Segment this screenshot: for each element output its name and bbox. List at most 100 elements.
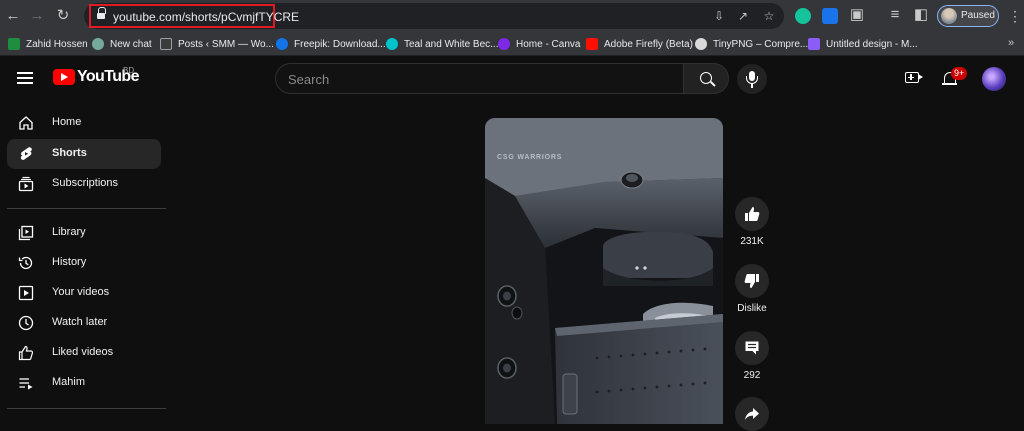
sidebar-item-label: Home [52, 116, 82, 128]
youtube-header: YouTube BD Search 9+ [0, 57, 1024, 101]
profile-avatar [941, 8, 957, 24]
bookmark-favicon [276, 38, 288, 50]
sidebar: Home Shorts Subscriptions Library Histor… [0, 101, 168, 424]
sidebar-item-playlist-mahim[interactable]: Mahim [7, 368, 161, 398]
search-input[interactable]: Search [275, 63, 683, 94]
bookmark-label: Posts ‹ SMM — Wo... [178, 38, 274, 50]
youtube-logo-icon[interactable] [53, 69, 75, 85]
bookmark-label: Adobe Firefly (Beta) [604, 38, 693, 50]
bookmark-label: Freepik: Download... [294, 38, 386, 50]
voice-search-button[interactable] [737, 64, 767, 94]
share-button[interactable] [735, 397, 769, 431]
video-watermark: CSG WARRIORS [497, 154, 563, 161]
notification-count-badge: 9+ [951, 67, 968, 80]
grammarly-extension-icon[interactable] [795, 8, 811, 24]
search-placeholder: Search [288, 72, 330, 87]
shorts-icon [20, 147, 32, 160]
bookmark-item[interactable]: Home - Canva [498, 37, 580, 51]
like-button[interactable] [735, 197, 769, 231]
library-icon [18, 225, 34, 241]
comment-count: 292 [743, 370, 761, 381]
install-app-icon[interactable]: ⇩ [712, 9, 726, 23]
profile-status: Paused [961, 10, 995, 21]
share-icon[interactable]: ↗ [736, 9, 750, 23]
sidebar-divider [7, 208, 166, 209]
sidebar-item-watch-later[interactable]: Watch later [7, 308, 161, 338]
home-icon [19, 116, 33, 130]
sidebar-item-label: Liked videos [52, 346, 114, 358]
extensions-puzzle-icon[interactable]: ▣ [848, 6, 866, 24]
sidebar-item-label: Shorts [52, 147, 87, 159]
bookmark-favicon [160, 38, 172, 50]
sidebar-item-your-videos[interactable]: Your videos [7, 278, 161, 308]
sidebar-item-home[interactable]: Home [7, 108, 161, 138]
playlist-icon [19, 378, 33, 390]
bookmark-favicon [695, 38, 707, 50]
reload-icon[interactable]: ↻ [54, 7, 72, 25]
your-videos-icon [18, 285, 34, 301]
bookmark-item[interactable]: Freepik: Download... [276, 37, 386, 51]
video-frame-image [485, 118, 723, 424]
more-bookmarks-icon[interactable]: » [1008, 37, 1014, 49]
sidebar-item-shorts[interactable]: Shorts [7, 139, 161, 169]
liked-videos-icon [18, 345, 34, 361]
sidebar-divider [7, 408, 166, 409]
sidebar-item-label: Your videos [52, 286, 110, 298]
dislike-button[interactable] [735, 264, 769, 298]
subscriptions-icon [18, 176, 34, 192]
share-arrow-icon [745, 408, 759, 420]
profile-button[interactable]: Paused [937, 5, 999, 27]
url-text[interactable]: youtube.com/shorts/pCvmjfTYCRE [113, 10, 299, 24]
sidebar-item-liked-videos[interactable]: Liked videos [7, 338, 161, 368]
bookmark-label: Teal and White Bec... [404, 38, 499, 50]
watch-later-icon [18, 315, 34, 331]
download-extension-icon[interactable] [822, 8, 838, 24]
bookmark-label: New chat [110, 38, 152, 50]
search-button[interactable] [683, 63, 729, 94]
sidebar-item-library[interactable]: Library [7, 218, 161, 248]
bookmarks-bar: Zahid Hossen New chat Posts ‹ SMM — Wo..… [0, 32, 1024, 56]
lock-icon [97, 7, 106, 21]
bookmark-label: TinyPNG – Compre... [713, 38, 809, 50]
bookmark-favicon [808, 38, 820, 50]
bookmark-item[interactable]: Adobe Firefly (Beta) [586, 37, 693, 51]
bookmark-star-icon[interactable]: ☆ [762, 9, 776, 23]
bookmark-label: Untitled design - M... [826, 38, 918, 50]
side-panel-icon[interactable]: ◧ [912, 6, 930, 24]
bookmark-label: Home - Canva [516, 38, 581, 50]
bookmark-item[interactable]: Untitled design - M... [808, 37, 918, 51]
comments-button[interactable] [735, 331, 769, 365]
sidebar-item-label: Watch later [52, 316, 108, 328]
bookmark-favicon [386, 38, 398, 50]
sidebar-item-subscriptions[interactable]: Subscriptions [7, 169, 161, 199]
sidebar-item-label: Library [52, 226, 86, 238]
thumbs-down-icon [744, 274, 759, 288]
country-code: BD [123, 66, 135, 75]
bookmark-favicon [586, 38, 598, 50]
bookmark-item[interactable]: Posts ‹ SMM — Wo... [160, 37, 274, 51]
bookmark-label: Zahid Hossen [26, 38, 88, 50]
browser-menu-icon[interactable]: ⋮ [1008, 8, 1022, 25]
reading-list-icon[interactable]: ≡ [886, 6, 904, 24]
address-bar[interactable]: youtube.com/shorts/pCvmjfTYCRE ⇩ ↗ ☆ [84, 3, 784, 29]
sidebar-item-history[interactable]: History [7, 248, 161, 278]
history-icon [18, 256, 33, 270]
bookmark-item[interactable]: TinyPNG – Compre... [695, 37, 808, 51]
menu-icon[interactable] [17, 72, 33, 84]
bookmark-favicon [498, 38, 510, 50]
back-arrow-icon[interactable]: ← [4, 7, 22, 25]
forward-arrow-icon[interactable]: → [28, 7, 46, 25]
bookmark-item[interactable]: Teal and White Bec... [386, 37, 499, 51]
like-count: 231K [740, 236, 764, 247]
bookmark-item[interactable]: Zahid Hossen [8, 37, 88, 51]
browser-toolbar: ← → ↻ youtube.com/shorts/pCvmjfTYCRE ⇩ ↗… [0, 0, 1024, 32]
dislike-label: Dislike [737, 303, 767, 314]
sidebar-item-label: Mahim [52, 376, 86, 388]
short-video-player[interactable]: CSG WARRIORS [485, 118, 723, 424]
bookmark-favicon [92, 38, 104, 50]
create-video-icon[interactable] [905, 72, 923, 83]
comment-icon [745, 341, 759, 355]
sidebar-item-label: Subscriptions [52, 177, 119, 189]
account-avatar[interactable] [982, 67, 1006, 91]
bookmark-item[interactable]: New chat [92, 37, 152, 51]
